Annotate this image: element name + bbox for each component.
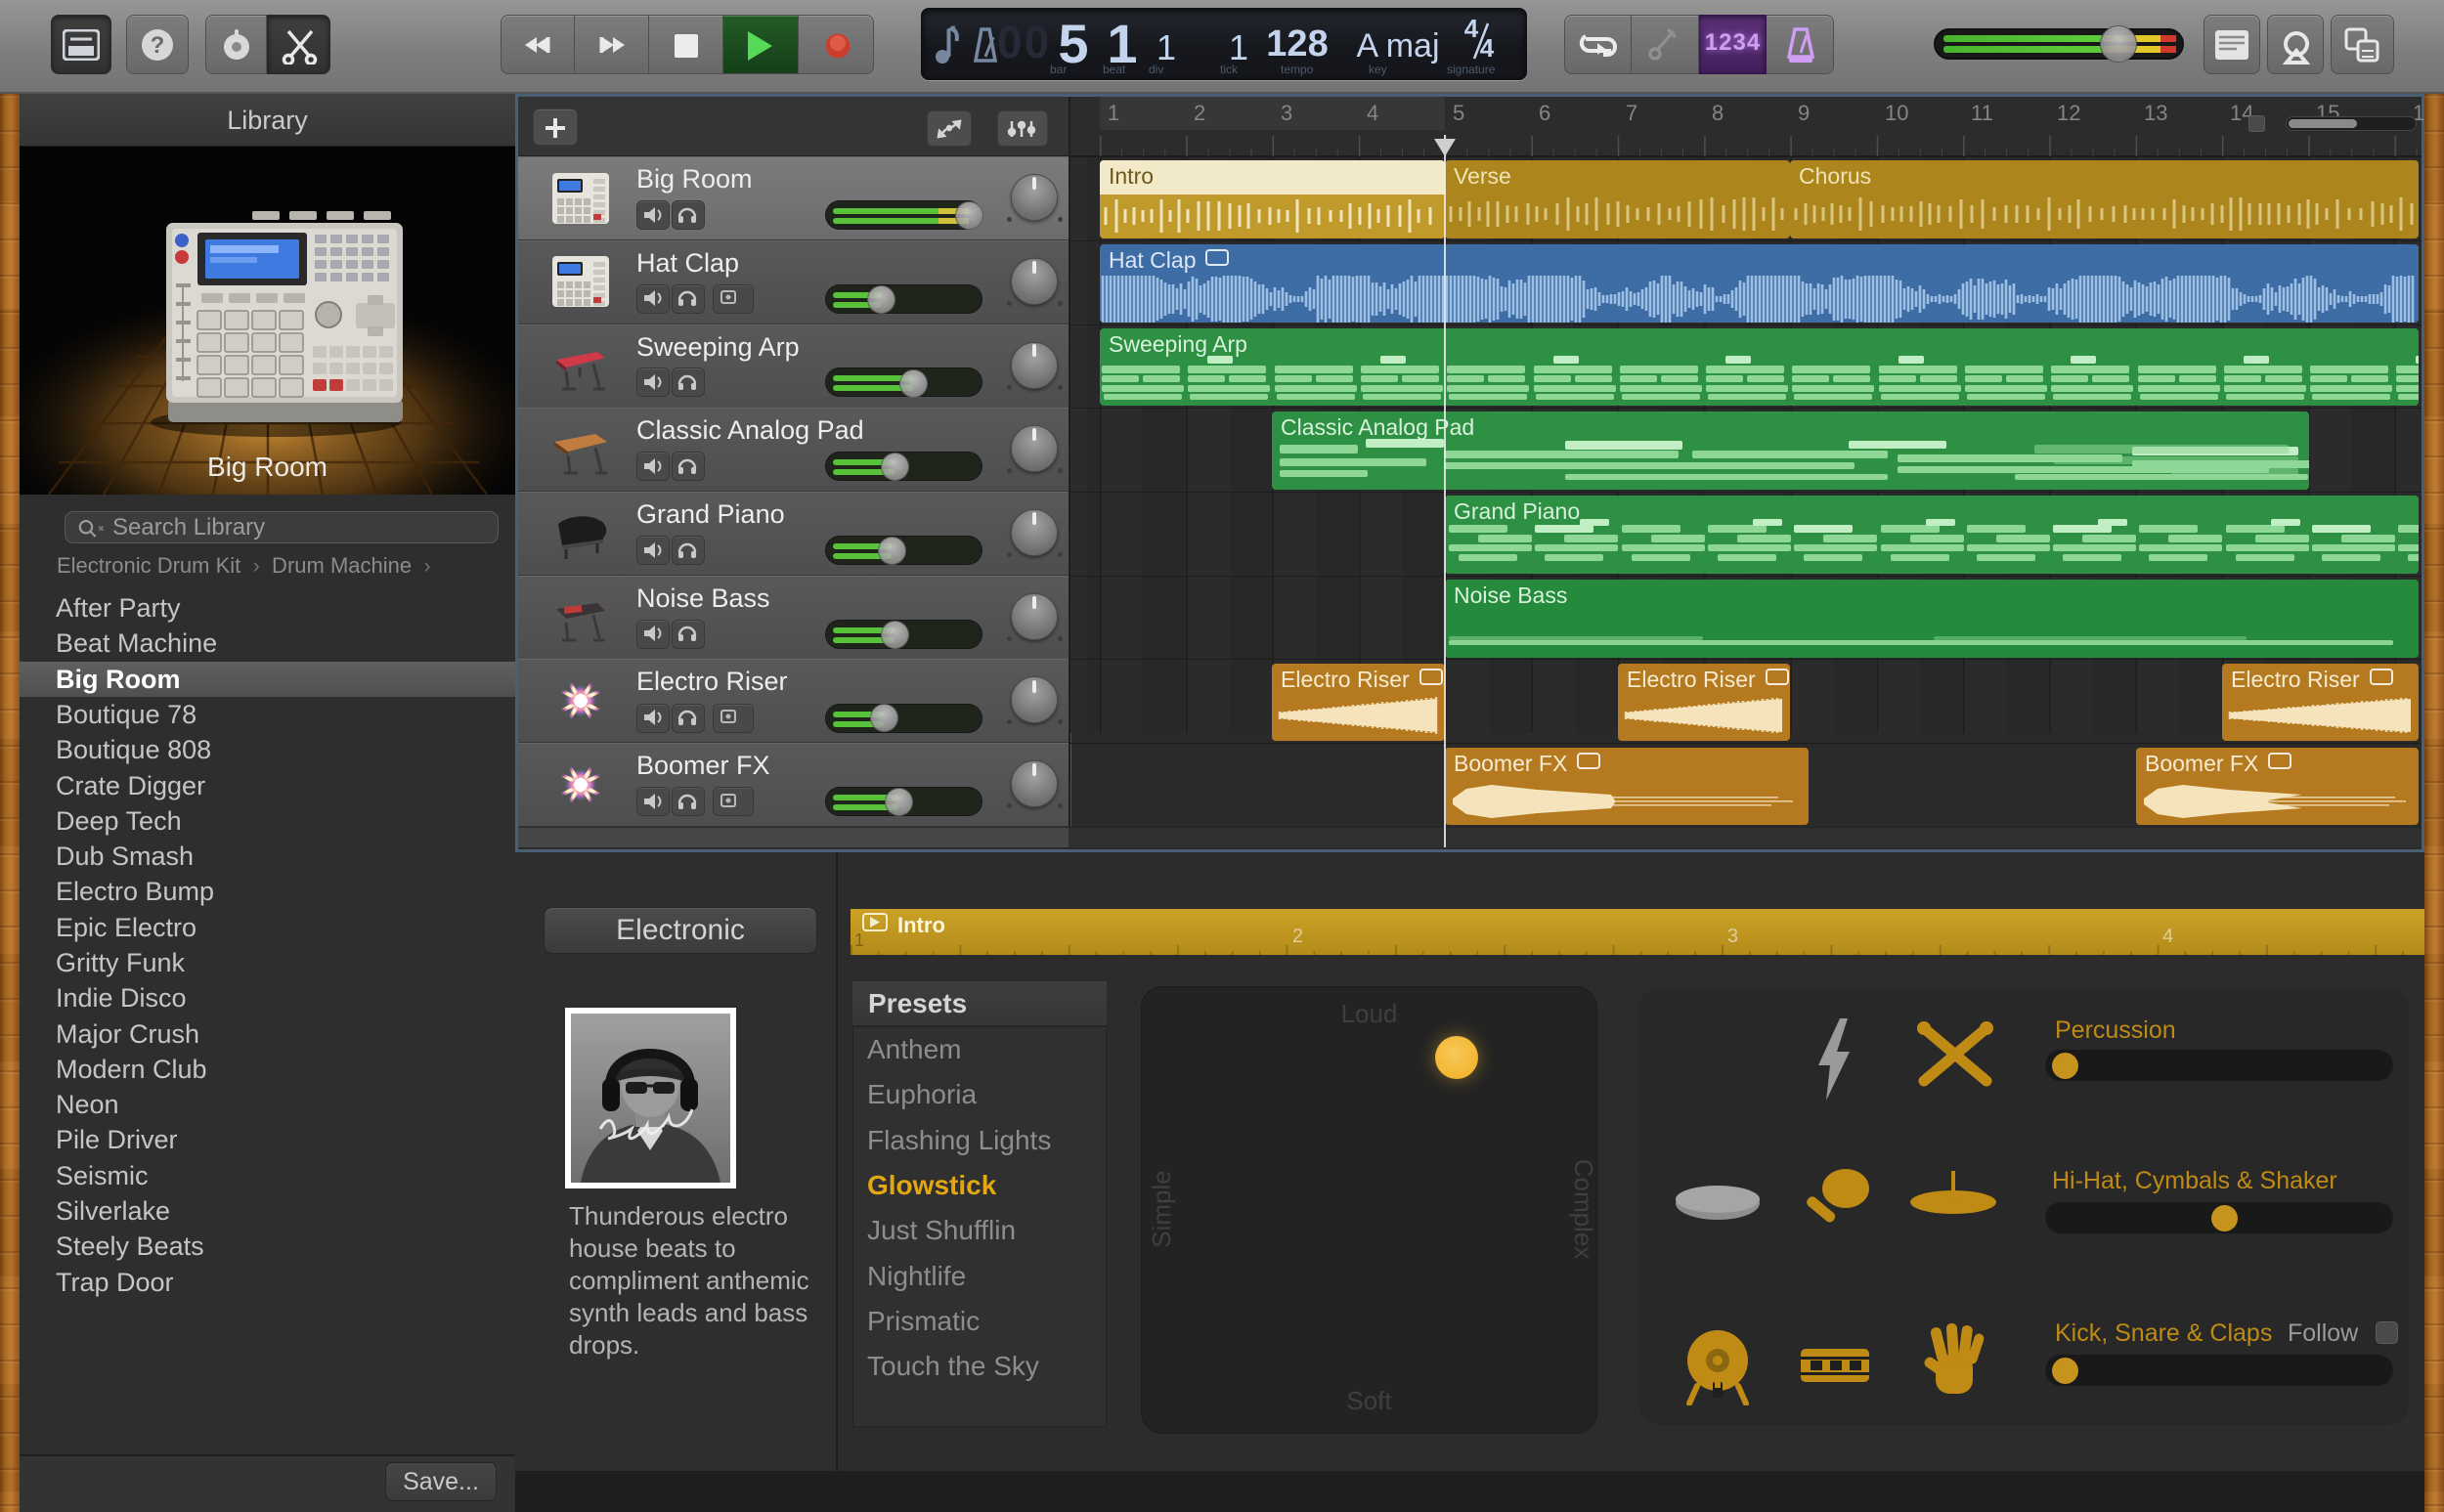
svg-text:?: ? [151,32,165,59]
